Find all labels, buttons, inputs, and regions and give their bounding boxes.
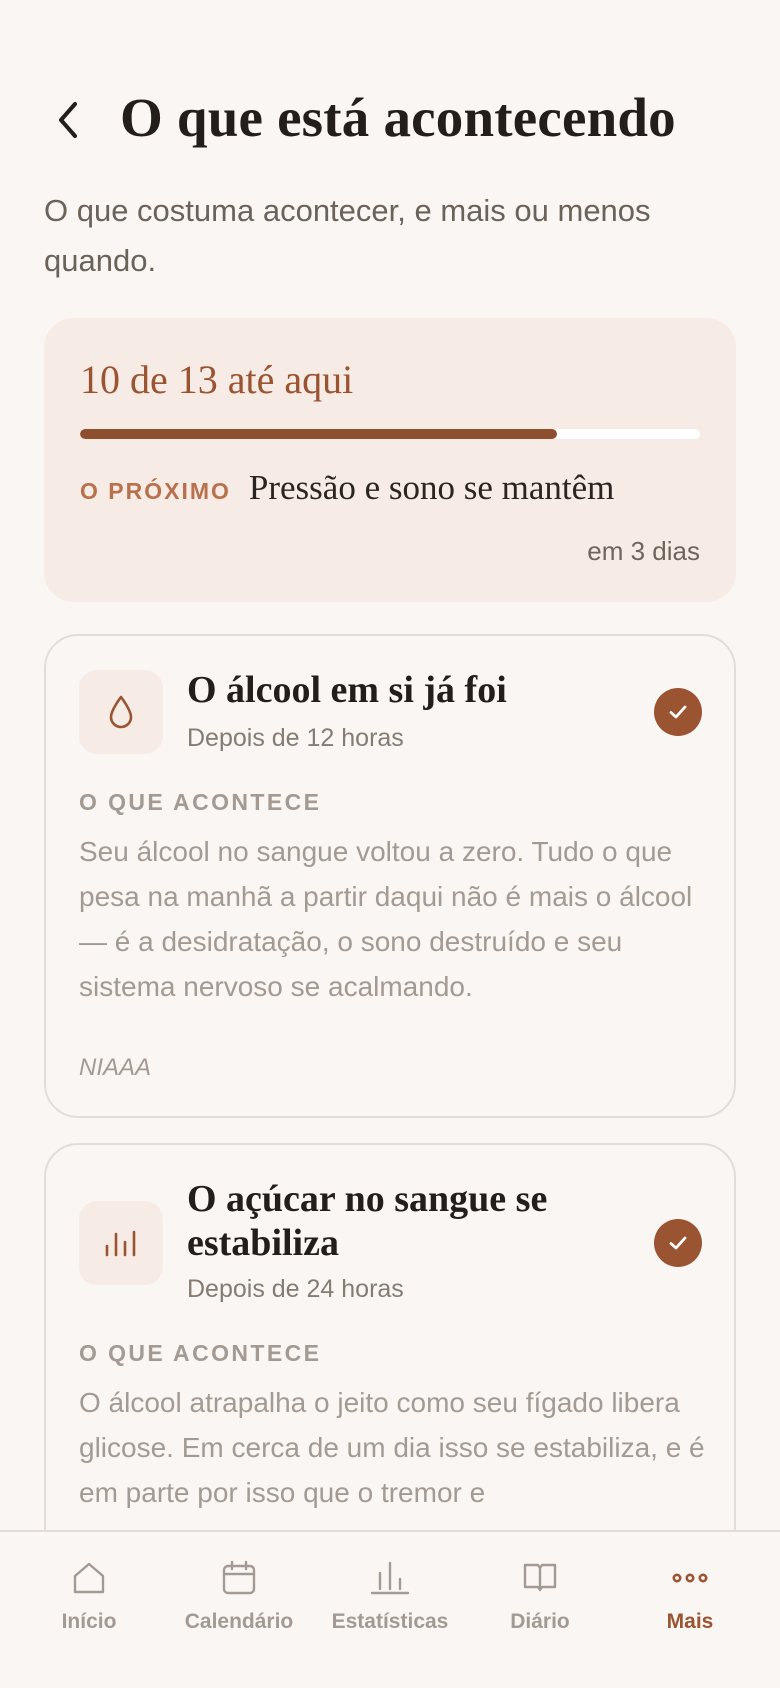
milestone-section-label: O QUE ACONTECE [79, 789, 322, 815]
home-icon [69, 1558, 109, 1598]
calendar-icon [219, 1558, 259, 1598]
tab-label: Início [61, 1610, 117, 1633]
next-label: O PRÓXIMO [80, 478, 231, 504]
milestone-icon-box [79, 1201, 163, 1285]
milestone-body: Seu álcool no sangue voltou a zero. Tudo… [79, 836, 693, 1002]
levels-icon [105, 1230, 136, 1257]
progress-count: 10 de 13 até aqui [80, 357, 354, 402]
tab-estatisticas[interactable]: Estatísticas [312, 1558, 468, 1648]
milestone-source: NIAAA [79, 1054, 152, 1081]
milestone-title: O álcool em si já foi [187, 669, 507, 711]
chevron-left-icon [59, 102, 77, 138]
milestone-body: O álcool atrapalha o jeito como seu fíga… [79, 1387, 705, 1508]
tab-calendario[interactable]: Calendário [161, 1558, 317, 1648]
milestone-title: O açúcar no sangue se estabiliza [187, 1178, 548, 1264]
completed-check-icon [654, 688, 702, 736]
header: O que está acontecendo [0, 80, 780, 160]
tab-mais[interactable]: Mais [612, 1558, 768, 1648]
page-subtitle: O que costuma acontecer, e mais ou menos… [44, 193, 651, 278]
page-title: O que está acontecendo [120, 87, 676, 148]
next-when: em 3 dias [587, 536, 700, 566]
progress-fill [80, 429, 557, 439]
next-milestone: O PRÓXIMO Pressão e sono se mantêm [80, 468, 614, 508]
bottom-tab-bar: Início Calendário Estatísticas Diário Ma… [0, 1530, 780, 1688]
progress-card: 10 de 13 até aqui O PRÓXIMO Pressão e so… [44, 318, 736, 602]
milestone-time: Depois de 12 horas [187, 724, 404, 752]
next-title: Pressão e sono se mantêm [248, 468, 615, 507]
milestone-time: Depois de 24 horas [187, 1275, 404, 1303]
tab-inicio[interactable]: Início [11, 1558, 167, 1648]
milestone-icon-box [79, 670, 163, 754]
bar-chart-icon [370, 1558, 410, 1598]
more-icon [670, 1558, 710, 1598]
back-button[interactable] [44, 96, 92, 144]
book-icon [520, 1558, 560, 1598]
tab-label: Diário [510, 1610, 570, 1633]
milestone-section-label: O QUE ACONTECE [79, 1340, 322, 1366]
tab-label: Mais [666, 1610, 714, 1633]
progress-track [80, 429, 700, 439]
drop-icon [109, 695, 133, 729]
tab-label: Calendário [184, 1610, 294, 1633]
tab-label: Estatísticas [331, 1610, 449, 1633]
completed-check-icon [654, 1219, 702, 1267]
milestone-card[interactable]: O álcool em si já foi Depois de 12 horas… [44, 634, 736, 1118]
tab-diario[interactable]: Diário [462, 1558, 618, 1648]
